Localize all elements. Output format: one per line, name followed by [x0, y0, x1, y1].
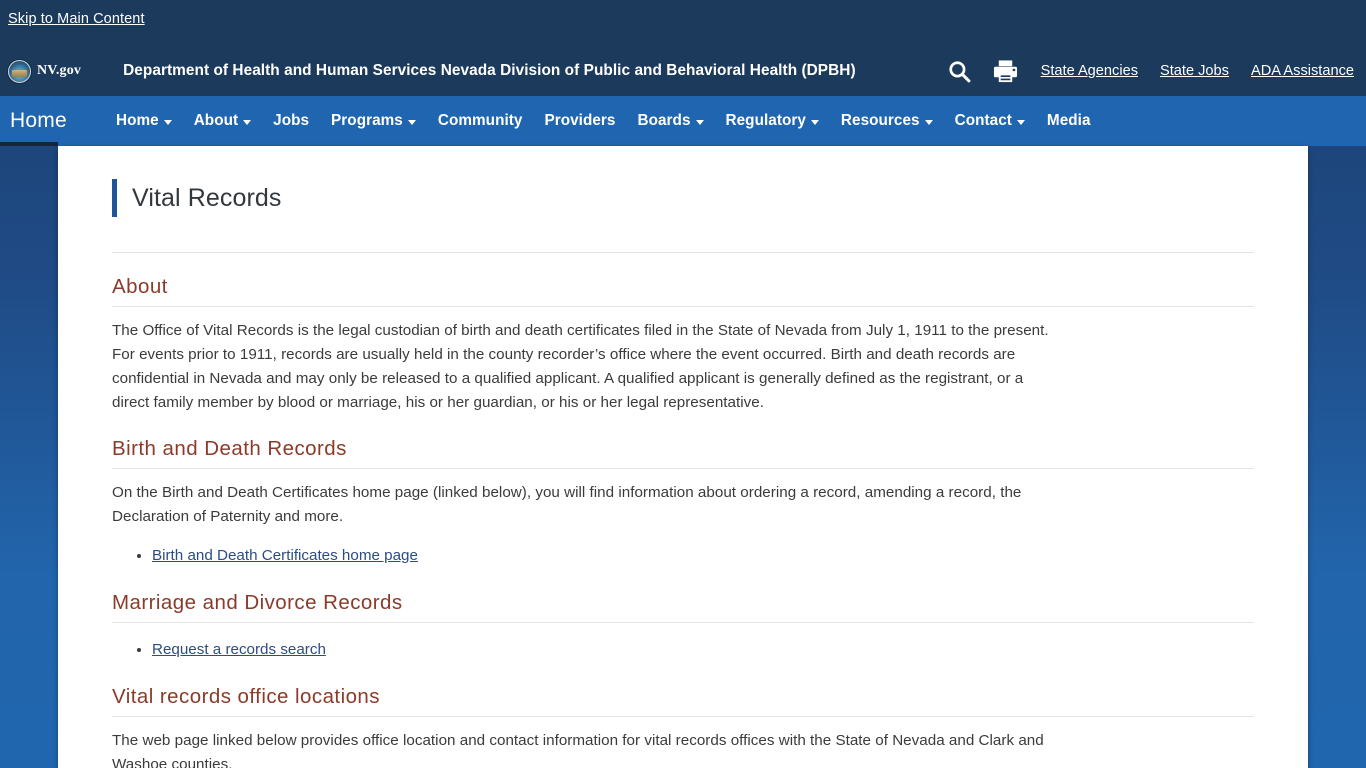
top-utility-band: Skip to Main Content NV.gov Department o…: [0, 0, 1366, 96]
link-list-marriage-divorce: Request a records search: [112, 637, 1254, 662]
agency-title: Department of Health and Human Services …: [123, 62, 856, 79]
nav-item-label: Programs: [331, 112, 403, 129]
nav-item-resources[interactable]: Resources: [830, 112, 944, 130]
nav-item-label: Regulatory: [725, 112, 806, 129]
search-button[interactable]: [937, 59, 982, 84]
nav-item-list: Home About Jobs Programs Community Provi…: [105, 112, 1102, 130]
nav-item-providers[interactable]: Providers: [533, 112, 626, 130]
nav-item-label: About: [193, 112, 239, 129]
nav-item-home[interactable]: Home: [105, 112, 183, 130]
link-list-birth-death: Birth and Death Certificates home page: [112, 543, 1254, 568]
section-heading-marriage-divorce: Marriage and Divorce Records: [112, 591, 1254, 623]
nav-item-community[interactable]: Community: [427, 112, 534, 130]
chevron-down-icon: [243, 119, 252, 125]
utility-links: State Agencies State Jobs ADA Assistance: [937, 59, 1366, 84]
nav-item-regulatory[interactable]: Regulatory: [715, 112, 830, 130]
chevron-down-icon: [1016, 119, 1025, 125]
main-navigation: Home Home About Jobs Programs Community …: [0, 96, 1366, 146]
nav-item-label: Boards: [637, 112, 691, 129]
page-title: Vital Records: [132, 183, 282, 212]
page-background: Vital Records About The Office of Vital …: [0, 146, 1366, 768]
nav-item-media[interactable]: Media: [1036, 112, 1102, 130]
section-paragraph-birth-death: On the Birth and Death Certificates home…: [112, 483, 1022, 525]
nav-item-label: Resources: [840, 112, 920, 129]
nav-item-contact[interactable]: Contact: [944, 112, 1036, 130]
state-agencies-link[interactable]: State Agencies: [1041, 63, 1138, 79]
section-heading-birth-death: Birth and Death Records: [112, 437, 1254, 469]
nevada-state-seal-icon: [8, 59, 31, 83]
nav-item-label: Home: [116, 112, 159, 129]
ada-assistance-link[interactable]: ADA Assistance: [1251, 63, 1354, 79]
nav-item-label: Providers: [544, 112, 616, 129]
nav-item-label: Community: [437, 112, 523, 129]
request-records-search-link[interactable]: Request a records search: [152, 641, 326, 658]
nvgov-logo-text: NV.gov: [37, 63, 82, 78]
section-marriage-divorce-records: Marriage and Divorce Records Request a r…: [112, 591, 1254, 662]
nav-item-about[interactable]: About: [183, 112, 262, 130]
section-paragraph-office-locations: The web page linked below provides offic…: [112, 731, 1044, 768]
skip-to-main-content-link[interactable]: Skip to Main Content: [8, 11, 145, 27]
section-birth-death-records: Birth and Death Records On the Birth and…: [112, 437, 1254, 568]
chevron-down-icon: [163, 119, 172, 125]
section-about: About The Office of Vital Records is the…: [112, 275, 1254, 415]
section-heading-office-locations: Vital records office locations: [112, 685, 1254, 717]
section-heading-about: About: [112, 275, 1254, 307]
nav-item-jobs[interactable]: Jobs: [262, 112, 320, 130]
list-item: Birth and Death Certificates home page: [152, 543, 1254, 568]
nav-brand-home[interactable]: Home: [10, 109, 105, 133]
state-jobs-link[interactable]: State Jobs: [1160, 63, 1229, 79]
section-paragraph-about: The Office of Vital Records is the legal…: [112, 321, 1049, 411]
birth-death-certificates-home-page-link[interactable]: Birth and Death Certificates home page: [152, 547, 418, 564]
brand-row: NV.gov Department of Health and Human Se…: [0, 46, 1366, 96]
page-title-accent-bar: [112, 179, 117, 218]
nav-item-programs[interactable]: Programs: [320, 112, 427, 130]
chevron-down-icon: [695, 119, 704, 125]
chevron-down-icon: [924, 119, 933, 125]
print-button[interactable]: [982, 59, 1029, 84]
printer-icon: [993, 59, 1017, 82]
list-item: Request a records search: [152, 637, 1254, 662]
chevron-down-icon: [810, 119, 819, 125]
nvgov-logo-link[interactable]: NV.gov: [8, 59, 82, 83]
nav-item-label: Contact: [954, 112, 1012, 129]
section-office-locations: Vital records office locations The web p…: [112, 685, 1254, 768]
nav-item-boards[interactable]: Boards: [627, 112, 715, 130]
page-title-row: Vital Records: [112, 146, 1254, 230]
main-content-card: Vital Records About The Office of Vital …: [58, 146, 1308, 768]
chevron-down-icon: [407, 119, 416, 125]
title-divider: [112, 251, 1254, 253]
nav-item-label: Media: [1046, 112, 1091, 129]
search-icon: [949, 60, 971, 82]
nav-item-label: Jobs: [273, 112, 310, 129]
